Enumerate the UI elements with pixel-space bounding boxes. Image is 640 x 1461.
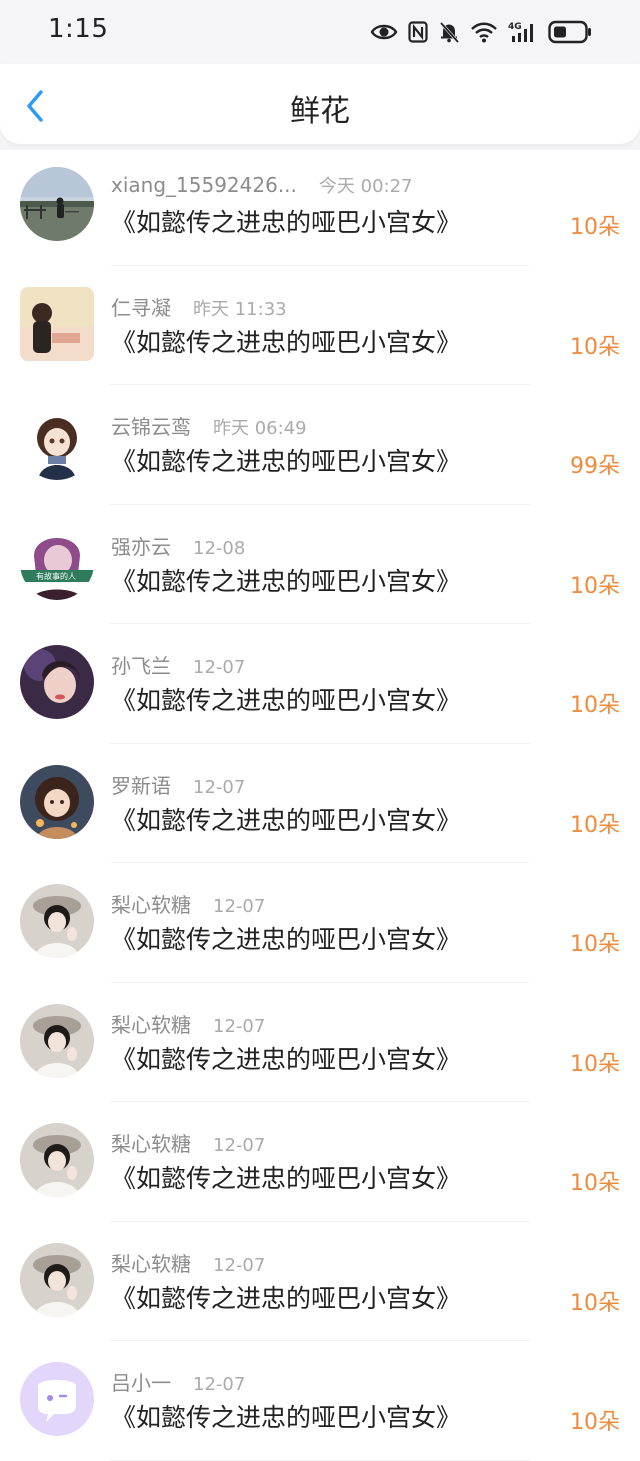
username[interactable]: 梨心软糖 — [111, 1252, 191, 1276]
username[interactable]: 吕小一 — [111, 1371, 171, 1395]
flower-amount: 10朵 — [570, 1171, 620, 1196]
avatar[interactable] — [20, 167, 94, 241]
flower-amount: 10朵 — [570, 573, 620, 599]
username[interactable]: 强亦云 — [111, 535, 171, 559]
item-meta: xiang_15592426... 今天 00:27 — [111, 172, 413, 198]
flower-amount: 10朵 — [570, 812, 620, 838]
avatar[interactable] — [20, 1242, 94, 1317]
timestamp: 12-07 — [213, 1254, 266, 1276]
book-title[interactable]: 《如懿传之进忠的哑巴小宫女》 — [111, 1159, 461, 1195]
flower-amount: 10朵 — [570, 215, 620, 240]
list-item[interactable]: 梨心软糖 12-07 《如懿传之进忠的哑巴小宫女》 10朵 — [0, 1102, 640, 1222]
book-title[interactable]: 《如懿传之进忠的哑巴小宫女》 — [111, 442, 461, 478]
avatar[interactable] — [20, 406, 94, 480]
page-title: 鲜花 — [290, 94, 350, 129]
timestamp: 12-08 — [193, 537, 246, 559]
bell-off-icon — [438, 21, 460, 43]
book-title[interactable]: 《如懿传之进忠的哑巴小宫女》 — [111, 801, 461, 837]
flower-amount: 10朵 — [570, 693, 620, 718]
username[interactable]: 仁寻凝 — [111, 296, 171, 320]
timestamp: 12-07 — [213, 896, 266, 917]
status-time: 1:15 — [48, 14, 109, 44]
book-title[interactable]: 《如懿传之进忠的哑巴小宫女》 — [111, 323, 461, 359]
book-title[interactable]: 《如懿传之进忠的哑巴小宫女》 — [111, 920, 461, 956]
item-meta: 梨心软糖 12-07 — [111, 1248, 265, 1277]
list-item[interactable]: 罗新语 12-07 《如懿传之进忠的哑巴小宫女》 10朵 — [0, 744, 640, 864]
list-item[interactable]: 梨心软糖 12-07 《如懿传之进忠的哑巴小宫女》 10朵 — [0, 1222, 640, 1342]
svg-text:4G: 4G — [508, 22, 522, 32]
flower-amount: 10朵 — [570, 1290, 620, 1316]
list-item[interactable]: 梨心软糖 12-07 《如懿传之进忠的哑巴小宫女》 10朵 — [0, 983, 640, 1103]
flower-amount: 99朵 — [570, 454, 620, 479]
status-bar: 1:15 4G — [0, 0, 640, 64]
timestamp: 12-07 — [213, 1135, 266, 1156]
item-meta: 梨心软糖 12-07 — [111, 1009, 265, 1038]
username[interactable]: 孙飞兰 — [111, 654, 171, 678]
avatar[interactable] — [20, 645, 94, 719]
item-meta: 孙飞兰 12-07 — [111, 650, 245, 679]
list-item[interactable]: 有故事的人 强亦云 12-08 《如懿传之进忠的哑巴小宫女》 10朵 — [0, 505, 640, 625]
nfc-icon — [408, 21, 428, 43]
list-item[interactable]: 孙飞兰 12-07 《如懿传之进忠的哑巴小宫女》 10朵 — [0, 624, 640, 744]
wifi-icon — [470, 21, 498, 43]
avatar[interactable]: 有故事的人 — [20, 525, 94, 600]
item-meta: 罗新语 12-07 — [111, 770, 245, 799]
username[interactable]: xiang_15592426... — [111, 173, 297, 197]
eye-icon — [370, 22, 398, 42]
username[interactable]: 梨心软糖 — [111, 1132, 191, 1156]
battery-icon — [548, 20, 592, 44]
item-meta: 强亦云 12-08 — [111, 531, 245, 560]
flower-gift-list: xiang_15592426... 今天 00:27 《如懿传之进忠的哑巴小宫女》… — [0, 146, 640, 1461]
flower-amount: 10朵 — [570, 932, 620, 957]
timestamp: 今天 00:27 — [318, 176, 413, 197]
timestamp: 昨天 06:49 — [213, 418, 307, 439]
item-meta: 吕小一 12-07 — [111, 1367, 245, 1396]
book-title[interactable]: 《如懿传之进忠的哑巴小宫女》 — [111, 1040, 461, 1076]
item-meta: 仁寻凝 昨天 11:33 — [111, 292, 287, 321]
book-title[interactable]: 《如懿传之进忠的哑巴小宫女》 — [111, 681, 461, 717]
timestamp: 12-07 — [193, 1374, 246, 1395]
signal-4g-icon: 4G — [508, 20, 538, 44]
username[interactable]: 罗新语 — [111, 774, 171, 798]
list-item[interactable]: 吕小一 12-07 《如懿传之进忠的哑巴小宫女》 10朵 — [0, 1341, 640, 1461]
avatar[interactable] — [20, 1123, 94, 1197]
list-item[interactable]: 仁寻凝 昨天 11:33 《如懿传之进忠的哑巴小宫女》 10朵 — [0, 266, 640, 386]
status-icons: 4G — [370, 16, 592, 48]
item-meta: 梨心软糖 12-07 — [111, 1128, 265, 1157]
svg-text:有故事的人: 有故事的人 — [36, 571, 76, 581]
timestamp: 12-07 — [193, 776, 246, 798]
timestamp: 12-07 — [213, 1015, 266, 1037]
timestamp: 12-07 — [193, 657, 246, 678]
flower-amount: 10朵 — [570, 1051, 620, 1077]
avatar[interactable] — [20, 286, 94, 361]
avatar[interactable] — [20, 1362, 94, 1436]
avatar[interactable] — [20, 884, 94, 958]
item-meta: 云锦云鸾 昨天 06:49 — [111, 411, 307, 440]
navigation-bar: 鲜花 — [0, 64, 640, 144]
username[interactable]: 梨心软糖 — [111, 893, 191, 917]
list-item[interactable]: xiang_15592426... 今天 00:27 《如懿传之进忠的哑巴小宫女》… — [0, 146, 640, 266]
book-title[interactable]: 《如懿传之进忠的哑巴小宫女》 — [111, 203, 461, 239]
flower-amount: 10朵 — [570, 1410, 620, 1435]
book-title[interactable]: 《如懿传之进忠的哑巴小宫女》 — [111, 1279, 461, 1315]
avatar[interactable] — [20, 764, 94, 839]
username[interactable]: 云锦云鸾 — [111, 415, 191, 439]
avatar[interactable] — [20, 1003, 94, 1078]
item-meta: 梨心软糖 12-07 — [111, 889, 265, 918]
timestamp: 昨天 11:33 — [193, 298, 287, 320]
flower-amount: 10朵 — [570, 334, 620, 360]
list-item[interactable]: 梨心软糖 12-07 《如懿传之进忠的哑巴小宫女》 10朵 — [0, 863, 640, 983]
list-item[interactable]: 云锦云鸾 昨天 06:49 《如懿传之进忠的哑巴小宫女》 99朵 — [0, 385, 640, 505]
username[interactable]: 梨心软糖 — [111, 1013, 191, 1037]
book-title[interactable]: 《如懿传之进忠的哑巴小宫女》 — [111, 1398, 461, 1434]
book-title[interactable]: 《如懿传之进忠的哑巴小宫女》 — [111, 562, 461, 598]
